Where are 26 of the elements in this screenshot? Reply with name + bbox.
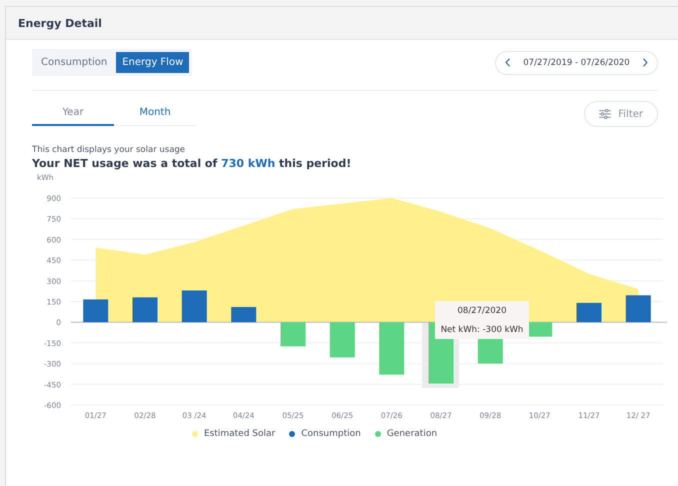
sliders-icon [599,109,612,119]
legend-label: Estimated Solar [204,429,276,439]
consumption-bar [83,299,108,322]
period-tab[interactable]: Year [32,102,114,126]
net-usage-headline: Your NET usage was a total of 730 kWh this period! [32,157,352,170]
legend-label: Generation [386,429,438,439]
generation-bar [280,322,306,346]
consumption-bar [132,297,158,322]
generation-bar [330,322,355,358]
generation-bar [527,322,552,337]
chart-caption: This chart displays your solar usage [32,145,186,155]
chevron-right-icon[interactable] [642,58,648,67]
period-tab[interactable]: Month [114,102,196,126]
consumption-bar [576,302,602,322]
consumption-bar [231,307,256,322]
chevron-left-icon[interactable] [505,58,511,67]
consumption-bar [626,295,651,322]
view-toggle-option[interactable]: Consumption [35,52,114,73]
view-toggle-option[interactable]: Energy Flow [116,52,190,73]
consumption-bar [182,290,207,322]
chart-tooltip: 08/27/2020 Net kWh: -300 kWh [435,301,529,339]
panel-title: Energy Detail [18,16,102,30]
filter-button[interactable]: Filter [584,101,658,127]
legend-label: Consumption [301,429,361,439]
date-range-text: 07/27/2019 - 07/26/2020 [523,58,630,68]
generation-bar [379,322,404,375]
